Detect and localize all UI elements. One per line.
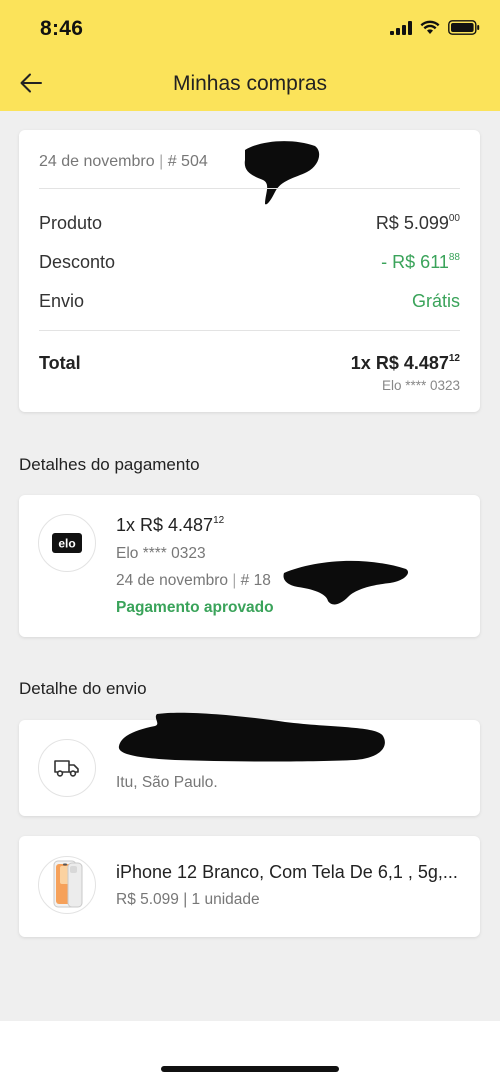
redaction-mark xyxy=(118,712,385,762)
redaction-mark xyxy=(244,141,320,205)
shipping-city: Itu, São Paulo. xyxy=(116,774,218,791)
payment-date-line: 24 de novembro | # 18 xyxy=(116,572,271,589)
order-date: 24 de novembro xyxy=(39,153,155,170)
app-header: Minhas compras xyxy=(0,60,500,111)
shipping-label: Envio xyxy=(39,291,85,311)
status-time: 8:46 xyxy=(40,17,84,40)
total-label: Total xyxy=(39,353,81,373)
status-bar: 8:46 xyxy=(0,0,500,60)
battery-icon xyxy=(448,20,480,35)
elo-logo-icon: elo xyxy=(52,533,82,553)
redaction-mark xyxy=(283,560,409,605)
payment-amount: 1x R$ 4.48712 xyxy=(116,515,225,535)
product-image xyxy=(38,856,96,914)
iphone-image-icon xyxy=(53,860,83,908)
product-value: R$ 5.09900 xyxy=(375,213,460,233)
product-details: R$ 5.099 | 1 unidade xyxy=(116,891,260,908)
total-row: Total 1x R$ 4.48712 Elo **** 0323 xyxy=(39,353,460,393)
product-card[interactable]: iPhone 12 Branco, Com Tela De 6,1 , 5g,.… xyxy=(19,836,480,937)
order-summary-card: 24 de novembro | # 504 Produto R$ 5.0990… xyxy=(19,130,480,412)
discount-value: - R$ 61188 xyxy=(381,252,460,272)
payment-id: # 18 xyxy=(240,572,271,589)
signal-icon xyxy=(390,20,412,35)
page-title: Minhas compras xyxy=(172,72,328,95)
bottom-bar xyxy=(0,1021,500,1082)
summary-divider-bottom xyxy=(39,330,460,331)
payment-card-info: Elo **** 0323 xyxy=(116,545,206,562)
status-icons xyxy=(390,20,480,35)
shipping-row: Envio Grátis xyxy=(39,291,460,312)
shipping-card[interactable]: Itu, São Paulo. xyxy=(19,712,480,816)
discount-label: Desconto xyxy=(39,252,116,272)
total-card-info: Elo **** 0323 xyxy=(381,378,460,393)
payment-status: Pagamento aprovado xyxy=(116,599,274,616)
product-label: Produto xyxy=(39,213,103,233)
home-indicator[interactable] xyxy=(161,1066,339,1072)
purchase-details: 24 de novembro | # 504 Produto R$ 5.0990… xyxy=(0,111,500,1021)
svg-text:elo: elo xyxy=(58,537,75,551)
product-name: iPhone 12 Branco, Com Tela De 6,1 , 5g,.… xyxy=(116,862,458,882)
shipping-section-title: Detalhe do envio xyxy=(19,679,147,698)
product-row: Produto R$ 5.09900 xyxy=(39,213,460,234)
wifi-icon xyxy=(420,20,440,34)
total-value: 1x R$ 4.48712 xyxy=(350,353,460,373)
discount-row: Desconto - R$ 61188 xyxy=(39,252,460,273)
order-number: # 504 xyxy=(167,153,208,170)
elo-logo: elo xyxy=(38,514,96,572)
summary-divider-top xyxy=(39,188,460,189)
shipping-value: Grátis xyxy=(411,291,460,311)
truck-icon-circle xyxy=(38,739,96,797)
order-header: 24 de novembro | # 504 xyxy=(39,153,208,170)
truck-icon xyxy=(54,760,79,777)
payment-section-title: Detalhes do pagamento xyxy=(19,455,200,474)
payment-card[interactable]: elo 1x R$ 4.48712 Elo **** 0323 24 de no… xyxy=(19,495,480,637)
